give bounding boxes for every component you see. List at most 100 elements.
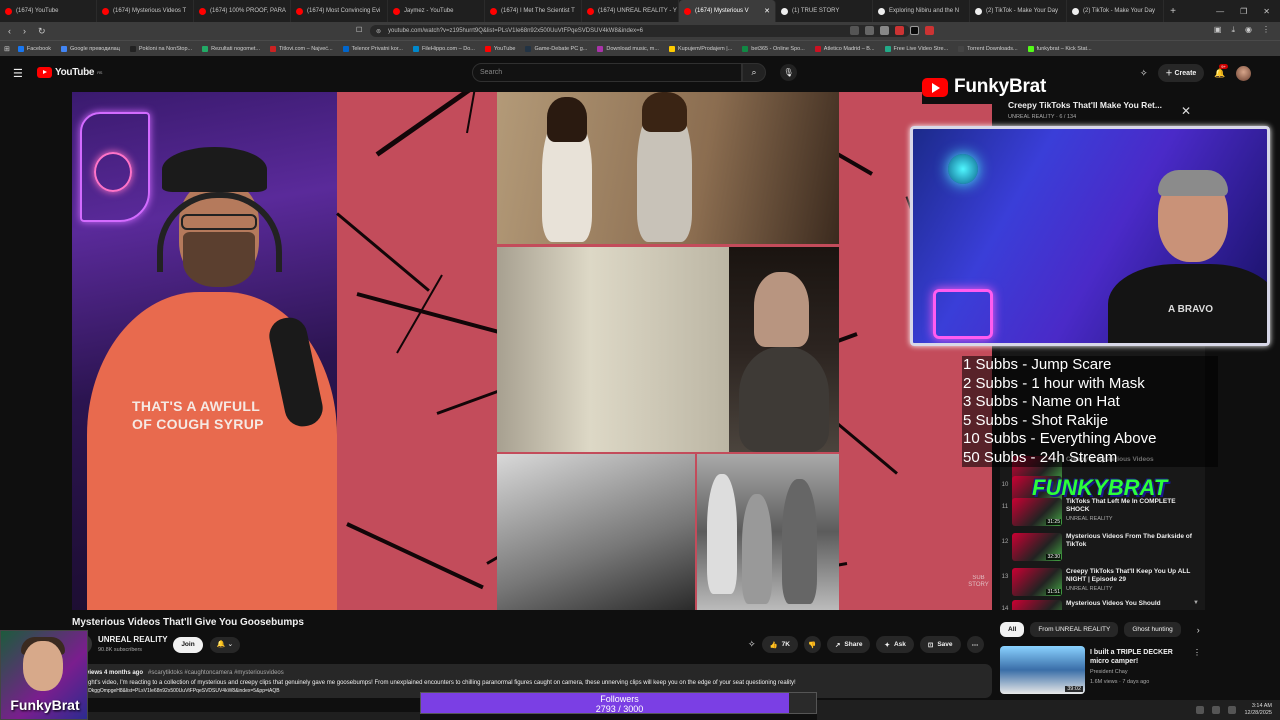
playlist-thumbnail[interactable]: 31:25: [1012, 498, 1062, 526]
playlist-thumbnail[interactable]: 32:30: [1012, 533, 1062, 561]
notifications-button[interactable]: 🔔 9+: [1214, 63, 1228, 79]
more-vertical-icon[interactable]: ⋮: [1193, 648, 1201, 657]
bookmark-star-icon[interactable]: ☐: [356, 26, 362, 34]
join-button[interactable]: Join: [173, 637, 203, 653]
playlist-item[interactable]: 12 32:30 Mysterious Videos From The Darksi…: [1000, 530, 1205, 564]
browser-tab-bar: (1674) YouTube (1674) Mysterious Videos T…: [0, 0, 1280, 22]
close-tab-icon[interactable]: ✕: [764, 7, 770, 15]
filter-chip[interactable]: Ghost hunting: [1124, 622, 1181, 637]
bookmark-item[interactable]: Rezultati nogomet...: [202, 45, 260, 52]
bookmark-label: Download music, m...: [606, 45, 659, 52]
search-input[interactable]: Search: [472, 63, 742, 82]
address-bar[interactable]: ⊚ youtube.com/watch?v=z195hurrt9Q&list=P…: [370, 25, 910, 37]
tab-label: (1674) YouTube: [16, 8, 59, 14]
description-hashtags[interactable]: #scarytiktoks #caughtoncamera #mysteriou…: [148, 670, 284, 676]
playlist-thumbnail[interactable]: 31:51: [1012, 568, 1062, 596]
bookmark-item[interactable]: bet365 - Online Spo...: [742, 45, 805, 52]
browser-tab[interactable]: (1674) UNREAL REALITY - Y: [582, 0, 679, 22]
bookmark-item[interactable]: Free Live Video Stre...: [884, 45, 948, 52]
new-tab-button[interactable]: +: [1164, 6, 1182, 17]
forward-icon[interactable]: ›: [23, 26, 26, 37]
browser-tab[interactable]: (1674) Mysterious V ✕: [679, 0, 776, 22]
account-avatar[interactable]: [1235, 65, 1251, 81]
hamburger-menu-icon[interactable]: ☰: [13, 67, 23, 80]
youtube-logo[interactable]: YouTube RS: [37, 67, 102, 78]
extension-icon[interactable]: [850, 26, 859, 35]
browser-tab[interactable]: (1674) Mysterious Videos T: [97, 0, 194, 22]
sparkle-icon[interactable]: ✧: [748, 639, 756, 650]
extension-icon[interactable]: [880, 26, 889, 35]
recommended-title[interactable]: I built a TRIPLE DECKER micro camper!: [1090, 648, 1190, 666]
maximize-icon[interactable]: ❐: [1240, 7, 1247, 16]
share-button[interactable]: ↗ Share: [826, 636, 871, 653]
download-icon[interactable]: ⤓: [1231, 25, 1235, 35]
voice-search-button[interactable]: 🎙: [780, 64, 797, 81]
dislike-button[interactable]: 👎: [803, 636, 821, 653]
sidepanel-icon[interactable]: ▣: [1214, 25, 1222, 35]
search-button[interactable]: ⌕: [742, 63, 766, 82]
bookmark-favicon-icon: [202, 45, 209, 52]
recommended-video[interactable]: 39:02 I built a TRIPLE DECKER micro camp…: [1000, 646, 1270, 694]
apps-grid-icon[interactable]: ⊞: [4, 45, 10, 53]
browser-tab[interactable]: Jaymez - YouTube: [388, 0, 485, 22]
bookmark-item[interactable]: Titlovi.com – Najveć...: [270, 45, 333, 52]
bookmark-item[interactable]: Pokloni na NonStop...: [129, 45, 192, 52]
extension-icon[interactable]: [865, 26, 874, 35]
like-button[interactable]: 👍 7K: [761, 636, 798, 653]
profile-icon[interactable]: ◉: [1245, 25, 1252, 35]
playlist-item[interactable]: 14 Mysterious Videos You Should: [1000, 597, 1205, 610]
bookmark-item[interactable]: Download music, m...: [597, 45, 659, 52]
chevron-right-icon[interactable]: ›: [1197, 625, 1200, 635]
browser-tab[interactable]: (2) TikTok - Make Your Day: [1067, 0, 1164, 22]
minimize-icon[interactable]: —: [1216, 7, 1224, 16]
extension-icon[interactable]: [895, 26, 904, 35]
playlist-thumbnail[interactable]: [1012, 600, 1062, 610]
browser-tab[interactable]: (1674) Most Convincing Evi: [291, 0, 388, 22]
playlist-title[interactable]: Creepy TikToks That'll Make You Ret...: [1008, 100, 1178, 110]
extension-icon[interactable]: [925, 26, 934, 35]
close-window-icon[interactable]: ✕: [1263, 7, 1270, 16]
recommended-thumbnail[interactable]: 39:02: [1000, 646, 1085, 694]
browser-tab[interactable]: Exploring Nibiru and the N: [873, 0, 970, 22]
back-icon[interactable]: ‹: [8, 26, 11, 37]
reload-icon[interactable]: ↻: [38, 26, 46, 37]
browser-tab[interactable]: (1674) YouTube: [0, 0, 97, 22]
video-player[interactable]: THAT'S A AWFULL OF COUGH SYRUP SUB STORY: [72, 92, 992, 610]
volume-icon[interactable]: [1228, 706, 1237, 714]
browser-tab[interactable]: (1674) 100% PROOF, PARA: [194, 0, 291, 22]
extension-icon[interactable]: [910, 26, 919, 35]
bookmark-item[interactable]: Telenor Privatni kor...: [342, 45, 403, 52]
bookmark-item[interactable]: Torrent Downloads...: [958, 45, 1018, 52]
brand-name: FunkyBrat: [954, 76, 1047, 97]
create-button[interactable]: ＋ Create: [1157, 64, 1205, 82]
playlist-item[interactable]: 13 31:51 Creepy TikToks That'll Keep You U…: [1000, 565, 1205, 599]
ask-sparkle-icon[interactable]: ✧: [1140, 68, 1148, 79]
bookmark-item[interactable]: Kupujem/Prodajem |...: [668, 45, 732, 52]
browser-tab[interactable]: (1) TRUE STORY: [776, 0, 873, 22]
bookmark-item[interactable]: FileHippo.com – Do...: [412, 45, 475, 52]
browser-tab[interactable]: (1674) I Met The Scientist T: [485, 0, 582, 22]
filter-chip[interactable]: From UNREAL REALITY: [1030, 622, 1119, 637]
bookmark-item[interactable]: YouTube: [484, 45, 515, 52]
recommended-channel[interactable]: President Chay: [1090, 669, 1128, 675]
tab-label: (1674) I Met The Scientist T: [501, 8, 575, 14]
ask-button[interactable]: ✦ Ask: [876, 636, 914, 653]
channel-name[interactable]: UNREAL REALITY: [98, 635, 168, 644]
kebab-menu-icon[interactable]: ⋮: [1262, 25, 1270, 35]
tray-chevron-icon[interactable]: [1196, 706, 1205, 714]
bookmark-item[interactable]: Google преводилац: [61, 45, 120, 52]
subscription-bell-button[interactable]: 🔔 ⌄: [210, 637, 240, 653]
bookmark-item[interactable]: Game-Debate PC g...: [525, 45, 587, 52]
wifi-icon[interactable]: [1212, 706, 1221, 714]
bookmark-item[interactable]: Atletico Madrid – B...: [814, 45, 875, 52]
scroll-down-icon[interactable]: ▼: [1193, 600, 1199, 606]
browser-tab[interactable]: (2) TikTok - Make Your Day: [970, 0, 1067, 22]
filter-chip[interactable]: All: [1000, 622, 1025, 637]
save-button[interactable]: ⊡ Save: [919, 636, 961, 653]
site-info-icon[interactable]: ⊚: [376, 28, 381, 35]
bookmark-item[interactable]: funkybrat – Kick Stat...: [1027, 45, 1092, 52]
bookmark-item[interactable]: Facebook: [17, 45, 51, 52]
system-clock[interactable]: 3:14 AM 12/28/2025: [1244, 703, 1272, 717]
close-icon[interactable]: ✕: [1181, 104, 1191, 118]
more-actions-button[interactable]: ⋯: [966, 636, 984, 653]
